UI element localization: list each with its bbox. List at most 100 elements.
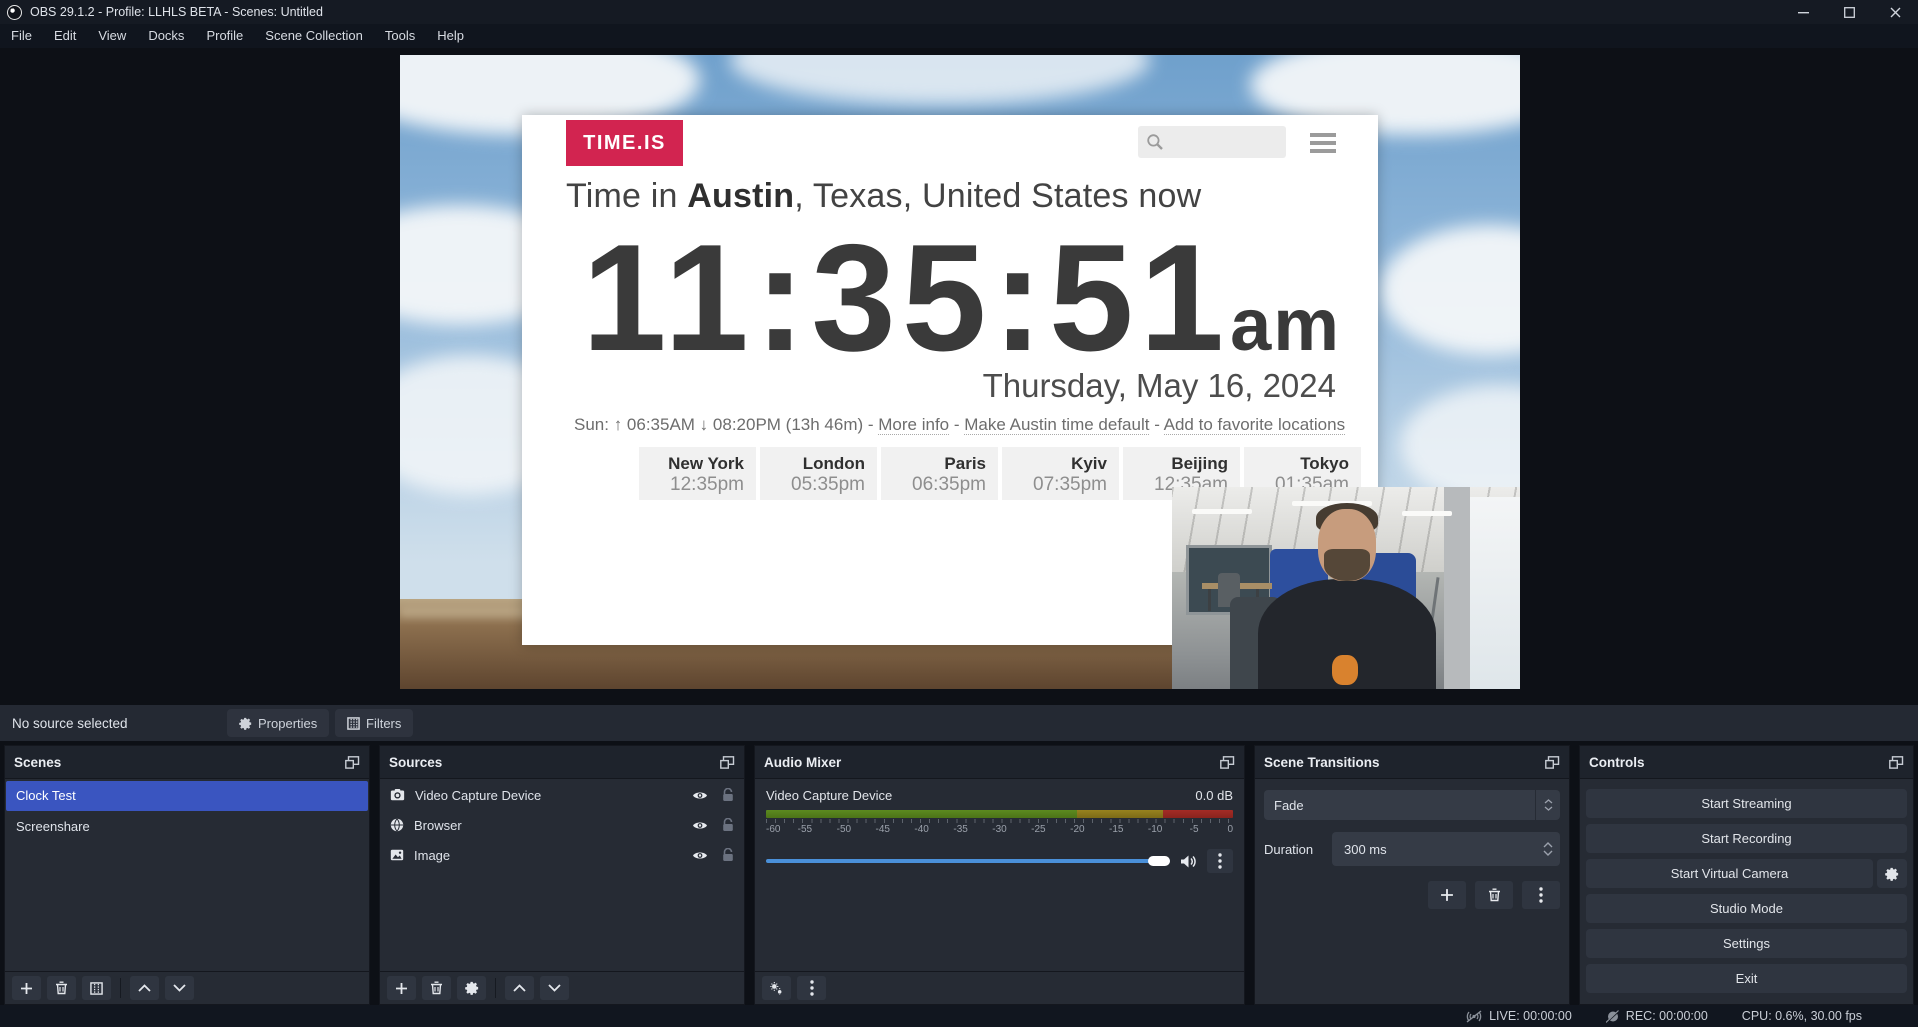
timeis-clock: 11:35:51am bbox=[582, 211, 1342, 386]
popout-icon[interactable] bbox=[720, 756, 735, 769]
trash-icon bbox=[430, 981, 443, 995]
scene-filters-button[interactable] bbox=[82, 976, 111, 1000]
chevron-down-icon bbox=[548, 984, 561, 992]
source-row-browser[interactable]: Browser bbox=[380, 810, 744, 840]
lock-icon[interactable] bbox=[722, 848, 734, 862]
volume-meter bbox=[766, 810, 1233, 818]
duration-spinbox[interactable]: 300 ms bbox=[1332, 832, 1560, 866]
chevron-up-icon bbox=[513, 984, 526, 992]
visibility-eye-icon[interactable] bbox=[692, 820, 708, 831]
plus-icon bbox=[395, 982, 408, 995]
meter-scale: -60 -55 -50 -45 -40 -35 -30 -25 -20 -15 … bbox=[766, 824, 1233, 837]
timeis-sun-line: Sun: ↑ 06:35AM ↓ 08:20PM (13h 46m) - Mor… bbox=[574, 415, 1344, 435]
advanced-audio-button[interactable] bbox=[762, 976, 791, 1000]
duration-label: Duration bbox=[1264, 842, 1322, 857]
move-scene-down-button[interactable] bbox=[165, 976, 194, 1000]
menu-tools[interactable]: Tools bbox=[374, 24, 426, 48]
scene-item-clock-test[interactable]: Clock Test bbox=[6, 781, 368, 811]
lock-icon[interactable] bbox=[722, 818, 734, 832]
search-icon bbox=[1146, 133, 1164, 151]
maximize-button[interactable] bbox=[1826, 0, 1872, 24]
start-recording-button[interactable]: Start Recording bbox=[1586, 824, 1907, 853]
source-row-image[interactable]: Image bbox=[380, 840, 744, 870]
move-source-up-button[interactable] bbox=[505, 976, 534, 1000]
stream-inactive-icon bbox=[1465, 1010, 1483, 1023]
popout-icon[interactable] bbox=[345, 756, 360, 769]
audio-mixer-panel: Audio Mixer Video Capture Device 0.0 dB … bbox=[754, 745, 1245, 1005]
move-scene-up-button[interactable] bbox=[130, 976, 159, 1000]
dots-vertical-icon bbox=[810, 980, 814, 996]
menu-edit[interactable]: Edit bbox=[43, 24, 87, 48]
globe-icon bbox=[390, 818, 404, 832]
chevron-up-icon bbox=[138, 984, 151, 992]
virtual-camera-settings-button[interactable] bbox=[1877, 859, 1907, 888]
scenes-panel-title: Scenes bbox=[14, 755, 61, 770]
meter-tickmarks bbox=[766, 819, 1233, 823]
menu-help[interactable]: Help bbox=[426, 24, 475, 48]
menu-file[interactable]: File bbox=[0, 24, 43, 48]
source-properties-button[interactable] bbox=[457, 976, 486, 1000]
filters-button[interactable]: Filters bbox=[335, 709, 413, 737]
title-bar[interactable]: OBS 29.1.2 - Profile: LLHLS BETA - Scene… bbox=[0, 0, 1918, 24]
menu-scene-collection[interactable]: Scene Collection bbox=[254, 24, 374, 48]
trash-icon bbox=[55, 981, 68, 995]
hamburger-menu-icon bbox=[1310, 133, 1336, 157]
remove-source-button[interactable] bbox=[422, 976, 451, 1000]
start-streaming-button[interactable]: Start Streaming bbox=[1586, 789, 1907, 818]
popout-icon[interactable] bbox=[1220, 756, 1235, 769]
duration-value: 300 ms bbox=[1332, 842, 1535, 857]
add-scene-button[interactable] bbox=[12, 976, 41, 1000]
preview-canvas[interactable]: TIME.IS Time in Austin, Texas, United St… bbox=[400, 55, 1520, 689]
studio-mode-button[interactable]: Studio Mode bbox=[1586, 894, 1907, 923]
start-virtual-camera-button[interactable]: Start Virtual Camera bbox=[1586, 859, 1873, 888]
add-source-button[interactable] bbox=[387, 976, 416, 1000]
mixer-channel-menu-button[interactable] bbox=[1207, 849, 1233, 873]
visibility-eye-icon[interactable] bbox=[692, 790, 708, 801]
mixer-menu-button[interactable] bbox=[797, 976, 826, 1000]
properties-button[interactable]: Properties bbox=[227, 709, 329, 737]
remove-transition-button[interactable] bbox=[1475, 881, 1513, 909]
controls-title: Controls bbox=[1589, 755, 1645, 770]
remove-scene-button[interactable] bbox=[47, 976, 76, 1000]
controls-panel: Controls Start Streaming Start Recording… bbox=[1579, 745, 1914, 1005]
volume-slider[interactable] bbox=[766, 859, 1170, 863]
add-transition-button[interactable] bbox=[1428, 881, 1466, 909]
source-label: Image bbox=[414, 848, 450, 863]
webcam-overlay bbox=[1172, 487, 1520, 689]
mixer-channel-name: Video Capture Device bbox=[766, 788, 892, 803]
chevron-down-icon bbox=[173, 984, 186, 992]
cloud bbox=[1380, 225, 1520, 355]
camera-icon bbox=[390, 789, 405, 801]
clock-digits: 11:35:51 bbox=[582, 213, 1230, 383]
minimize-button[interactable] bbox=[1780, 0, 1826, 24]
spin-chevrons-icon[interactable] bbox=[1535, 832, 1560, 866]
status-bar: LIVE: 00:00:00 REC: 00:00:00 CPU: 0.6%, … bbox=[0, 1005, 1918, 1027]
volume-slider-handle[interactable] bbox=[1148, 856, 1170, 866]
exit-button[interactable]: Exit bbox=[1586, 964, 1907, 993]
record-inactive-icon bbox=[1606, 1010, 1620, 1023]
scene-transitions-title: Scene Transitions bbox=[1264, 755, 1380, 770]
move-source-down-button[interactable] bbox=[540, 976, 569, 1000]
visibility-eye-icon[interactable] bbox=[692, 850, 708, 861]
menu-view[interactable]: View bbox=[87, 24, 137, 48]
speaker-icon[interactable] bbox=[1180, 854, 1197, 869]
transition-select[interactable]: Fade bbox=[1264, 790, 1560, 820]
popout-icon[interactable] bbox=[1545, 756, 1560, 769]
transition-selected-value: Fade bbox=[1264, 798, 1535, 813]
obs-window: OBS 29.1.2 - Profile: LLHLS BETA - Scene… bbox=[0, 0, 1918, 1027]
plus-icon bbox=[20, 982, 33, 995]
scene-item-screenshare[interactable]: Screenshare bbox=[6, 812, 368, 842]
popout-icon[interactable] bbox=[1889, 756, 1904, 769]
obs-logo-icon bbox=[7, 5, 22, 20]
menu-profile[interactable]: Profile bbox=[195, 24, 254, 48]
transition-menu-button[interactable] bbox=[1522, 881, 1560, 909]
source-row-video-capture[interactable]: Video Capture Device bbox=[380, 780, 744, 810]
menu-docks[interactable]: Docks bbox=[137, 24, 195, 48]
sources-panel: Sources Video Capture Device bbox=[379, 745, 745, 1005]
close-button[interactable] bbox=[1872, 0, 1918, 24]
mixer-db-value: 0.0 dB bbox=[1195, 788, 1233, 803]
filters-icon bbox=[90, 982, 103, 995]
lock-icon[interactable] bbox=[722, 788, 734, 802]
rec-status: REC: 00:00:00 bbox=[1606, 1009, 1708, 1023]
settings-button[interactable]: Settings bbox=[1586, 929, 1907, 958]
